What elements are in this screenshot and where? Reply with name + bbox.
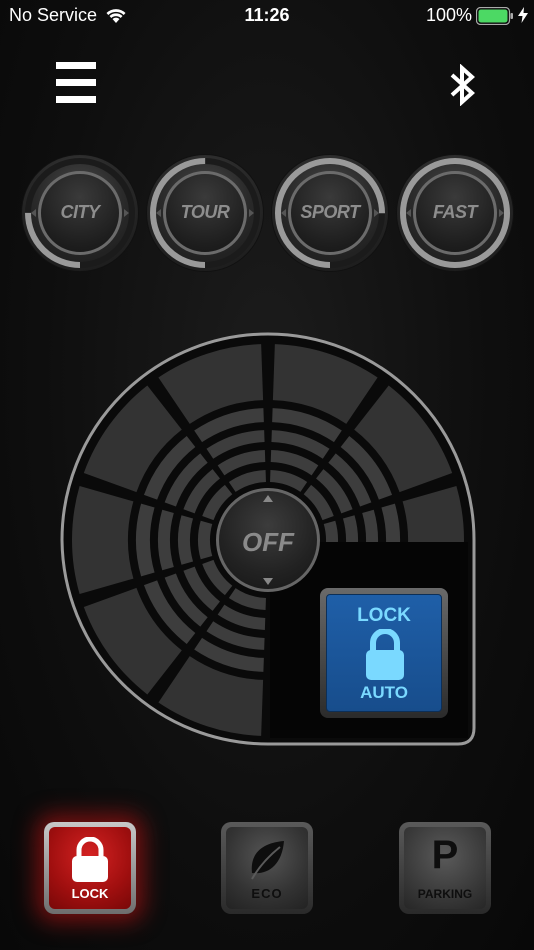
dial-segment [72,485,134,595]
mode-fast-label: FAST [432,202,478,222]
mode-city-label: CITY [60,202,100,222]
hamburger-menu-icon[interactable] [56,62,96,108]
eco-button-label: ECO [251,886,283,901]
lock-auto-button[interactable]: LOCK AUTO [320,588,448,718]
eco-button[interactable]: ECO [221,822,313,914]
parking-button-label: PARKING [417,887,473,901]
mode-sport-button[interactable]: SPORT [272,155,388,271]
parking-button[interactable]: P PARKING [399,822,491,914]
mode-fast-button[interactable]: FAST [397,155,513,271]
status-bar: No Service 11:26 100% [0,0,534,30]
off-button[interactable]: OFF [216,488,320,592]
leaf-icon [251,841,284,880]
lock-auto-top-label: LOCK [357,605,411,626]
arrow-down-icon [263,578,273,585]
mode-tour-button[interactable]: TOUR [147,155,263,271]
padlock-icon [72,837,108,882]
charging-bolt-icon [518,7,528,28]
lock-button[interactable]: LOCK [44,822,136,914]
padlock-icon [364,628,406,686]
battery-icon [475,6,514,30]
lock-button-label: LOCK [71,886,109,901]
mode-tour-label: TOUR [180,202,230,222]
arrow-up-icon [263,495,273,502]
mode-sport-label: SPORT [300,202,360,222]
mode-city-button[interactable]: CITY [22,155,138,271]
off-label: OFF [242,527,294,557]
lock-auto-bottom-label: AUTO [360,683,408,702]
battery-percent: 100% [425,5,472,25]
bluetooth-icon[interactable] [448,63,476,111]
parking-letter-icon: P [431,833,459,877]
